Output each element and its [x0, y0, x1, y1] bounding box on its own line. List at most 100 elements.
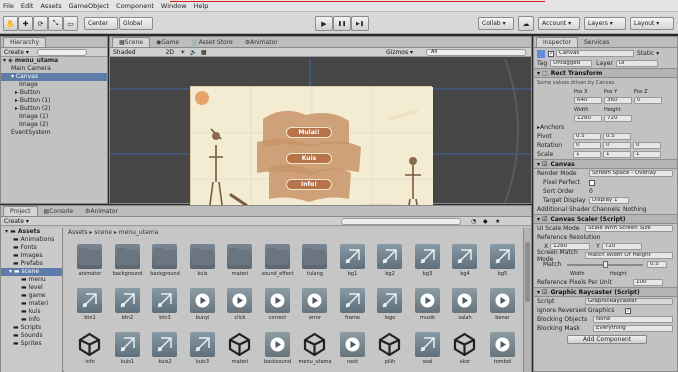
ref-res-y-field[interactable]: 720	[601, 243, 642, 250]
asset-item[interactable]: benar	[485, 286, 521, 326]
shading-dropdown[interactable]: Shaded	[113, 49, 136, 56]
folder-item[interactable]: ▬ Fonts	[1, 244, 62, 252]
2d-toggle[interactable]: 2D	[166, 49, 174, 56]
tab-asset-store[interactable]: 🛒 Asset Store	[185, 37, 239, 47]
hierarchy-item[interactable]: Image	[1, 81, 107, 89]
asset-item[interactable]: btn1	[72, 286, 108, 326]
filter-icon[interactable]: ◔	[471, 218, 476, 225]
asset-item[interactable]: error	[297, 286, 333, 326]
asset-item[interactable]: bg1	[335, 242, 371, 282]
asset-item[interactable]: musik	[410, 286, 446, 326]
tab-project[interactable]: Project	[3, 206, 38, 216]
folder-item[interactable]: ▬ info	[1, 316, 62, 324]
tab-game[interactable]: ◉ Game	[150, 37, 185, 47]
shader-channels-value[interactable]: Nothing	[623, 206, 647, 213]
folder-item[interactable]: ▬ Sprites	[1, 340, 62, 348]
hierarchy-item[interactable]: EventSystem	[1, 129, 107, 137]
menu-help[interactable]: Help	[194, 2, 209, 10]
hierarchy-scene-root[interactable]: ▾ ◈ menu_utama	[1, 57, 107, 65]
asset-scrollbar-thumb[interactable]	[525, 242, 530, 302]
folder-item[interactable]: ▬ game	[1, 292, 62, 300]
asset-item[interactable]: kuis3	[185, 330, 221, 370]
folder-item-selected[interactable]: ▾ ▬ scene	[1, 268, 62, 276]
ui-scale-dropdown[interactable]: Scale With Screen Size	[585, 225, 673, 232]
render-mode-dropdown[interactable]: Screen Space - Overlay	[589, 170, 673, 177]
hierarchy-item-selected[interactable]: ▾ Canvas	[1, 73, 107, 81]
pivot-y-field[interactable]: 0.5	[603, 133, 631, 140]
asset-item[interactable]: pilih	[372, 330, 408, 370]
layers-dropdown[interactable]: Layers ▾	[584, 17, 626, 30]
cloud-icon[interactable]: ☁	[518, 16, 534, 31]
asset-item[interactable]: bg2	[372, 242, 408, 282]
height-field[interactable]: 720	[604, 115, 632, 122]
folder-item[interactable]: ▬ Prefabs	[1, 260, 62, 268]
ignore-reversed-checkbox[interactable]: ✓	[625, 307, 631, 314]
pivot-x-field[interactable]: 0.5	[573, 133, 601, 140]
active-checkbox[interactable]: ✓	[548, 50, 554, 57]
asset-scrollbar[interactable]	[523, 228, 531, 372]
static-dropdown[interactable]: Static ▾	[637, 50, 659, 57]
object-name-field[interactable]: Canvas	[556, 50, 634, 57]
hierarchy-item[interactable]: ▸ Button (1)	[1, 97, 107, 105]
account-dropdown[interactable]: Account ▾	[538, 17, 580, 30]
asset-item[interactable]: kuis	[185, 242, 221, 282]
width-field[interactable]: 1280	[574, 115, 602, 122]
asset-item[interactable]: bg3	[410, 242, 446, 282]
hierarchy-search-input[interactable]	[36, 48, 87, 56]
add-component-button[interactable]: Add Component	[567, 334, 647, 344]
folder-item[interactable]: ▬ kuis	[1, 308, 62, 316]
project-create-button[interactable]: Create ▾	[4, 218, 29, 225]
pixel-perfect-checkbox[interactable]	[589, 179, 595, 186]
folder-item[interactable]: ▬ Scripts	[1, 324, 62, 332]
asset-item[interactable]: logo	[372, 286, 408, 326]
hierarchy-item[interactable]: Image (1)	[1, 113, 107, 121]
folder-item[interactable]: ▬ level	[1, 284, 62, 292]
folder-item[interactable]: ▬ menu	[1, 276, 62, 284]
audio-toggle-icon[interactable]: 🔊	[189, 49, 196, 56]
rotate-tool-icon[interactable]: ⟳	[33, 16, 48, 31]
menu-edit[interactable]: Edit	[21, 2, 34, 10]
tab-inspector[interactable]: Inspector	[536, 37, 578, 47]
tab-animator-bottom[interactable]: ⚙ Animator	[79, 206, 124, 216]
asset-item[interactable]: bunyi	[185, 286, 221, 326]
play-button[interactable]: ▶	[315, 16, 333, 31]
blocking-objects-dropdown[interactable]: None	[593, 316, 673, 323]
scale-tool-icon[interactable]: ⤡	[48, 16, 63, 31]
tag-dropdown[interactable]: Untagged	[550, 60, 593, 67]
canvas-scaler-header[interactable]: ▾ ☑ Canvas Scaler (Script)	[534, 214, 677, 224]
game-canvas-preview[interactable]: Mulai! Kuis Info!	[190, 86, 433, 225]
blocking-mask-dropdown[interactable]: Everything	[593, 325, 673, 332]
scene-search-input[interactable]: All	[426, 48, 526, 56]
asset-item[interactable]: bg5	[485, 242, 521, 282]
tab-hierarchy[interactable]: Hierarchy	[3, 37, 47, 47]
hierarchy-create-button[interactable]: Create ▾	[4, 49, 29, 56]
pos-y-field[interactable]: 360	[604, 97, 632, 104]
hierarchy-item[interactable]: Image (2)	[1, 121, 107, 129]
asset-item[interactable]: kuis2	[147, 330, 183, 370]
tab-animator[interactable]: ⚙ Animator	[239, 37, 284, 47]
folder-item[interactable]: ▬ materi	[1, 300, 62, 308]
script-field[interactable]: GraphicRaycaster	[585, 298, 673, 305]
rotation-z-field[interactable]: 0	[633, 142, 661, 149]
info-button[interactable]: Info!	[286, 179, 332, 190]
asset-item[interactable]: salah	[447, 286, 483, 326]
asset-item[interactable]: frame	[335, 286, 371, 326]
project-search-input[interactable]	[341, 217, 461, 225]
asset-item[interactable]: materi	[222, 330, 258, 370]
menu-component[interactable]: Component	[116, 2, 154, 10]
match-slider[interactable]	[567, 260, 643, 268]
match-mode-dropdown[interactable]: Match Width Or Height	[585, 252, 673, 259]
sort-order-value[interactable]: 0	[589, 188, 593, 195]
asset-item[interactable]: soal	[410, 330, 446, 370]
scale-z-field[interactable]: 1	[633, 151, 661, 158]
scale-x-field[interactable]: 1	[573, 151, 601, 158]
asset-item[interactable]: bg4	[447, 242, 483, 282]
hand-tool-icon[interactable]: ✋	[3, 16, 18, 31]
asset-item[interactable]: sound_effect	[260, 242, 296, 282]
canvas-component-header[interactable]: ▾ ☑ Canvas	[534, 159, 677, 169]
pivot-toggle[interactable]: Center	[84, 17, 118, 30]
asset-item[interactable]: tulang	[297, 242, 333, 282]
hierarchy-item[interactable]: ▸ Button (2)	[1, 105, 107, 113]
layer-dropdown[interactable]: UI	[615, 60, 658, 67]
light-toggle-icon[interactable]: ☀	[180, 49, 185, 56]
